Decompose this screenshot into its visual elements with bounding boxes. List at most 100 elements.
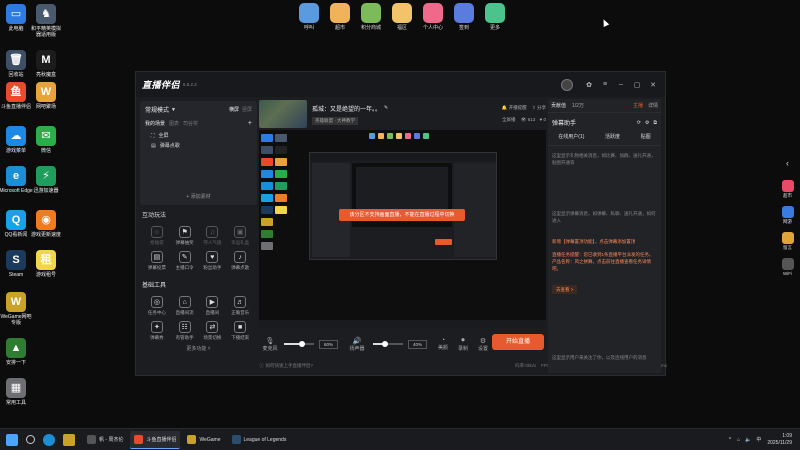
tab-activity[interactable]: 活跃度: [605, 133, 620, 140]
mic-percent[interactable]: 60%: [319, 339, 339, 349]
layout-portrait[interactable]: 竖屏: [242, 106, 252, 113]
chevron-up-icon[interactable]: ^: [729, 437, 731, 443]
feature-item[interactable]: ▶ 直播间: [199, 296, 227, 316]
desktop-icon-ann-yixia[interactable]: ▲ 安排一下: [0, 338, 33, 366]
desktop-icon-accelerator[interactable]: ⚡ 迅游加速器: [29, 166, 63, 194]
clock-time[interactable]: 1:09: [767, 433, 792, 440]
speaker-percent[interactable]: 40%: [408, 339, 428, 349]
tab-other[interactable]: 司谷奖: [183, 120, 198, 127]
launcher-item[interactable]: 超市: [327, 3, 353, 35]
open-live-reminder[interactable]: 开播提醒: [509, 105, 527, 110]
microphone-icon[interactable]: 🎙: [259, 337, 281, 345]
quick-start-link[interactable]: 如何快速上手直播伴侣?: [266, 363, 314, 369]
launcher-item[interactable]: 个人中心: [420, 3, 446, 35]
detail-tab[interactable]: 详情: [648, 102, 658, 109]
skin-icon[interactable]: ✿: [583, 79, 595, 91]
stream-cover[interactable]: [259, 100, 307, 128]
live-preview[interactable]: 该分区不支持画面直播，不能在直播过程中切换: [259, 130, 546, 328]
sidebar-shortcut[interactable]: 超市: [775, 180, 800, 199]
feature-item[interactable]: ☺ 抢福袋: [143, 226, 171, 246]
refresh-icon[interactable]: ⟳: [637, 120, 641, 126]
stream-title[interactable]: 孤城：又是绝望的一年。。: [312, 104, 381, 113]
record-icon[interactable]: ⏺: [453, 337, 473, 345]
desktop-icon-rent[interactable]: 租游戏租号: [29, 250, 63, 278]
taskbar-item[interactable]: League of Legends: [228, 431, 291, 449]
desktop-icon-game-update[interactable]: ◉ 游戏更新速度: [29, 210, 63, 238]
fullscreen-toggle[interactable]: 全屏播: [502, 117, 516, 122]
feature-item[interactable]: ✎ 主播口令: [171, 251, 199, 271]
feature-item[interactable]: ▤ 弹幕投票: [143, 251, 171, 271]
feature-item[interactable]: ⌂ 直播间流: [171, 296, 199, 316]
feature-item[interactable]: ✦ 弹幕秀: [143, 321, 171, 341]
source-item[interactable]: ▤ 弹幕点歌: [151, 142, 252, 150]
collapse-arrow-icon[interactable]: ‹: [786, 158, 789, 168]
volume-icon[interactable]: 🔈: [745, 437, 751, 443]
share-button[interactable]: 分享: [537, 105, 546, 110]
settings-gear-icon[interactable]: ⚙: [473, 337, 493, 345]
taskbar-item[interactable]: 斗鱼直播伴侣: [130, 430, 181, 449]
settings-icon[interactable]: ⚙: [645, 120, 649, 126]
feature-item[interactable]: ♥ 粉丝助手: [199, 251, 227, 271]
desktop-icon-mobile-magic[interactable]: M 亮秋魔盒: [29, 50, 63, 78]
windows-start-icon[interactable]: [6, 433, 18, 446]
launcher-item[interactable]: 呼叫: [296, 3, 322, 35]
menu-icon[interactable]: ≡: [599, 79, 611, 91]
sidebar-shortcut[interactable]: 留言: [775, 232, 800, 251]
speaker-volume-slider[interactable]: [373, 341, 404, 347]
taskbar-item[interactable]: WeGame: [183, 431, 224, 449]
desktop-icon-wechat[interactable]: ✉ 微信: [29, 126, 63, 154]
host-tab[interactable]: 主播: [633, 102, 643, 109]
source-item[interactable]: ⛶ 全屏: [151, 132, 252, 140]
speaker-icon[interactable]: 🔊: [344, 337, 370, 345]
sidebar-shortcut[interactable]: 网游: [775, 206, 800, 225]
contrib-tab[interactable]: 贡献值: [551, 102, 566, 109]
feature-item[interactable]: ⇄ 场景切换: [199, 321, 227, 341]
search-icon[interactable]: [26, 435, 35, 444]
desktop-icon-common-tools[interactable]: ▦ 常用工具: [0, 378, 33, 406]
view-task-button[interactable]: 去查看 >: [552, 285, 578, 294]
feature-item[interactable]: ◎ 任务中心: [143, 296, 171, 316]
feature-item[interactable]: ■ 下播结束: [226, 321, 254, 341]
desktop-icon-wegame[interactable]: W WeGame网吧专版: [0, 292, 33, 326]
feature-item[interactable]: ♫ 夺人气值: [199, 226, 227, 246]
add-source-button[interactable]: + 添加素材: [140, 193, 257, 200]
edge-taskbar-icon[interactable]: [43, 433, 55, 446]
add-scene-icon[interactable]: +: [248, 120, 252, 127]
maximize-button[interactable]: ▢: [631, 79, 643, 91]
desktop-icon-netease-music[interactable]: W 网吧聚场: [29, 82, 63, 110]
close-button[interactable]: ✕: [647, 79, 659, 91]
start-live-button[interactable]: 开始直播: [492, 334, 544, 350]
tab-my-scene[interactable]: 我的场景: [145, 120, 165, 127]
launcher-item[interactable]: 更多: [482, 3, 508, 35]
wegame-taskbar-icon[interactable]: [63, 433, 75, 446]
tab-stickers[interactable]: 贴图: [641, 133, 651, 140]
network-icon[interactable]: ⌂: [737, 437, 740, 443]
danmu-message: 直播任务提醒：您已收到1条直播平台派发的任务。产品名称：风之拼舞，点击前往直播查…: [552, 252, 654, 271]
popout-icon[interactable]: ⧉: [653, 120, 657, 126]
feature-item[interactable]: ▣ 幸运礼盒: [226, 226, 254, 246]
taskbar-app-icon: [134, 434, 144, 444]
sidebar-shortcut[interactable]: WiFi: [775, 258, 800, 276]
feature-item[interactable]: ♬ 正确音乐: [226, 296, 254, 316]
layout-landscape[interactable]: 横屏: [229, 106, 239, 113]
tab-chart[interactable]: 图表: [169, 120, 179, 127]
beauty-icon[interactable]: ◔: [433, 337, 453, 344]
minimize-button[interactable]: –: [615, 79, 627, 91]
mic-volume-slider[interactable]: [284, 341, 314, 347]
ime-icon[interactable]: 中: [756, 436, 761, 443]
avatar[interactable]: [561, 78, 573, 91]
feature-item[interactable]: ♪ 弹幕点歌: [226, 251, 254, 271]
edit-icon[interactable]: ✎: [384, 105, 388, 111]
feature-item[interactable]: ☷ 有管助手: [171, 321, 199, 341]
launcher-item[interactable]: 福区: [389, 3, 415, 35]
more-features-button[interactable]: 更多功能 ˅: [140, 345, 257, 352]
desktop-icon-game-crack[interactable]: ♞ 和平精英模拟器适用版: [29, 4, 63, 38]
feature-item[interactable]: ⚑ 弹幕抽奖: [171, 226, 199, 246]
mode-select[interactable]: 常规模式: [145, 105, 169, 114]
launcher-item[interactable]: 积分商城: [358, 3, 384, 35]
taskbar-item[interactable]: 帆 - 周杰伦: [83, 431, 127, 449]
clock-date[interactable]: 2025/11/29: [767, 440, 792, 447]
launcher-item[interactable]: 签到: [451, 3, 477, 35]
stream-category[interactable]: 英雄联盟 · 大神教学: [312, 116, 358, 125]
tab-online-users[interactable]: 在线用户(1): [558, 133, 584, 140]
